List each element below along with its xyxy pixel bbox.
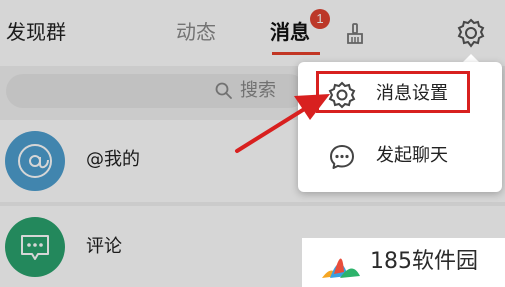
annotation-arrow-icon [235,94,330,153]
menu-item-label: 发起聊天 [376,145,448,166]
watermark-text: 185软件园 [370,249,478,274]
logo-icon [322,258,360,278]
